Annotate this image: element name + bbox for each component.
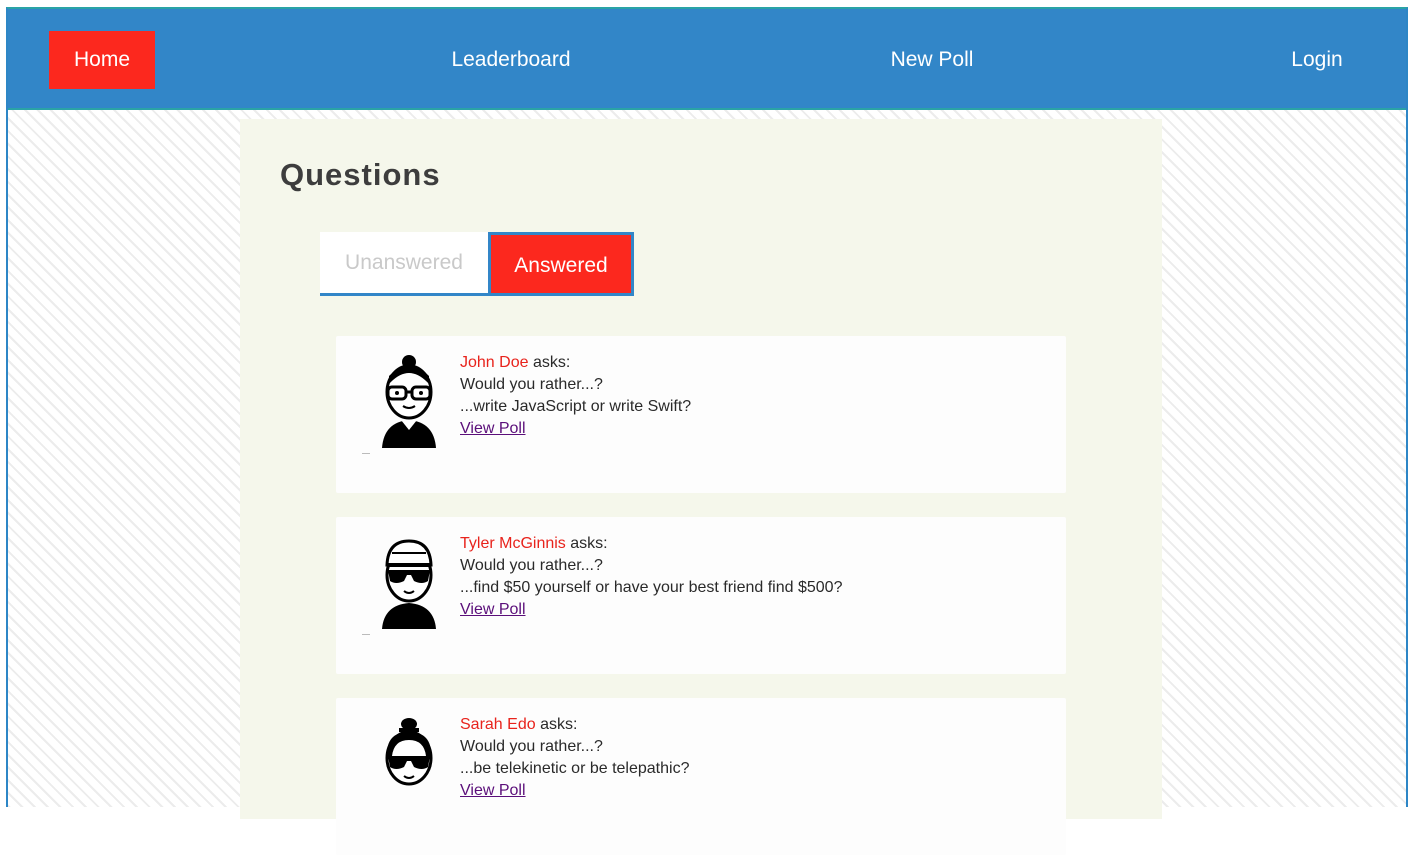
- author-name: Tyler McGinnis: [460, 535, 566, 552]
- tab-answered[interactable]: Answered: [488, 232, 634, 296]
- question-text: John Doe asks: Would you rather...? ...w…: [460, 352, 691, 440]
- view-poll-link[interactable]: View Poll: [460, 420, 526, 437]
- tab-unanswered[interactable]: Unanswered: [320, 232, 488, 296]
- would-you-rather-label: Would you rather...?: [460, 738, 603, 755]
- question-text: Tyler McGinnis asks: Would you rather...…: [460, 533, 842, 621]
- nav-home-link[interactable]: Home: [49, 31, 155, 89]
- top-navbar: Home Leaderboard New Poll Login: [8, 9, 1406, 110]
- divider-dash: [362, 634, 370, 635]
- question-options: ...write JavaScript or write Swift?: [460, 398, 692, 415]
- question-header: Sarah Edo asks:: [460, 714, 689, 736]
- author-name: John Doe: [460, 354, 529, 371]
- asks-label: asks:: [532, 354, 571, 371]
- woman-with-bun-and-sunglasses-avatar: [385, 718, 433, 786]
- divider-dash: [362, 453, 370, 454]
- nav-new-poll-link[interactable]: New Poll: [868, 31, 996, 89]
- author-name: Sarah Edo: [460, 716, 536, 733]
- question-header: John Doe asks:: [460, 352, 691, 374]
- nav-login-link[interactable]: Login: [1276, 31, 1358, 89]
- question-card: Sarah Edo asks: Would you rather...? ...…: [336, 698, 1066, 855]
- asks-label: asks:: [570, 535, 608, 552]
- question-header: Tyler McGinnis asks:: [460, 533, 842, 555]
- would-you-rather-label: Would you rather...?: [460, 557, 603, 574]
- questions-panel: Questions Unanswered Answered John Doe a…: [240, 119, 1162, 855]
- man-with-cap-and-sunglasses-avatar: [382, 539, 436, 629]
- question-options: ...find $50 yourself or have your best f…: [460, 579, 843, 596]
- question-card: Tyler McGinnis asks: Would you rather...…: [336, 517, 1066, 674]
- question-text: Sarah Edo asks: Would you rather...? ...…: [460, 714, 689, 802]
- page-title: Questions: [280, 157, 441, 192]
- view-poll-link[interactable]: View Poll: [460, 601, 526, 618]
- nav-leaderboard-link[interactable]: Leaderboard: [428, 31, 594, 89]
- asks-label: asks:: [540, 716, 578, 733]
- question-options: ...be telekinetic or be telepathic?: [460, 760, 690, 777]
- question-card: John Doe asks: Would you rather...? ...w…: [336, 336, 1066, 493]
- man-with-glasses-avatar: [382, 355, 436, 448]
- would-you-rather-label: Would you rather...?: [460, 376, 603, 393]
